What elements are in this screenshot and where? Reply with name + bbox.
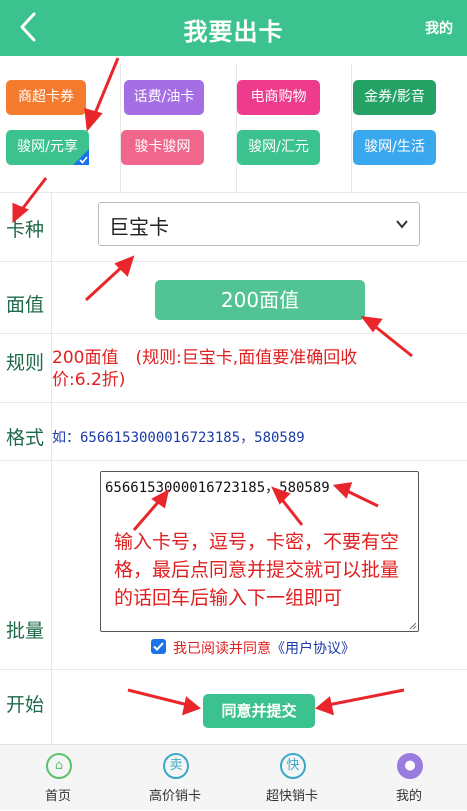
format-example: 如：6566153000016723185，580589 bbox=[52, 430, 305, 446]
user-agreement-link[interactable]: 《用户协议》 bbox=[271, 641, 355, 657]
tab-fast-sell[interactable]: 快 超快销卡 bbox=[234, 745, 350, 811]
user-icon: ● bbox=[397, 753, 423, 779]
tab-high-price-sell[interactable]: 卖 高价销卡 bbox=[117, 745, 233, 811]
start-label: 开始 bbox=[6, 694, 45, 716]
format-label: 格式 bbox=[6, 427, 45, 449]
header-mine-link[interactable]: 我的 bbox=[425, 18, 453, 38]
card-type-label: 卡种 bbox=[6, 219, 45, 241]
bottom-tab-bar: ⌂ 首页 卖 高价销卡 快 超快销卡 ● 我的 bbox=[0, 744, 467, 810]
sell-icon: 卖 bbox=[163, 753, 189, 779]
agree-checkbox[interactable] bbox=[151, 639, 166, 654]
face-value-button[interactable]: 200面值 bbox=[155, 280, 365, 320]
resize-grip-icon[interactable] bbox=[409, 622, 417, 630]
checkmark-icon bbox=[153, 642, 164, 651]
home-icon: ⌂ bbox=[46, 753, 72, 779]
tab-label: 高价销卡 bbox=[148, 789, 201, 804]
batch-label: 批量 bbox=[6, 620, 45, 642]
card-type-value: 巨宝卡 bbox=[109, 215, 169, 239]
agree-text: 我已阅读并同意 bbox=[173, 641, 271, 657]
batch-value: 6566153000016723185，580589 bbox=[105, 480, 330, 496]
tab-home[interactable]: ⌂ 首页 bbox=[0, 745, 116, 811]
tab-label: 我的 bbox=[395, 789, 422, 804]
category-button-shangchao[interactable]: 商超卡券 bbox=[6, 80, 86, 115]
selected-check-icon bbox=[73, 149, 89, 165]
rule-text: 200面值 (规则:巨宝卡,面值要准确回收价:6.2折) bbox=[52, 348, 358, 390]
category-button-dianshang[interactable]: 电商购物 bbox=[237, 80, 320, 115]
batch-textarea[interactable]: 6566153000016723185，580589 输入卡号，逗号，卡密，不要… bbox=[100, 471, 419, 632]
category-button-huafei[interactable]: 话费/油卡 bbox=[124, 80, 204, 115]
agree-submit-button[interactable]: 同意并提交 bbox=[203, 694, 315, 728]
app-header: 我要出卡 我的 bbox=[0, 0, 467, 56]
category-button-junka-junwang[interactable]: 骏卡骏网 bbox=[121, 130, 204, 165]
category-button-jinquan[interactable]: 金券/影音 bbox=[353, 80, 436, 115]
tab-label: 超快销卡 bbox=[265, 789, 318, 804]
tab-mine[interactable]: ● 我的 bbox=[351, 745, 467, 811]
chevron-down-icon bbox=[396, 220, 408, 229]
batch-instruction-annotation: 输入卡号，逗号，卡密，不要有空格，最后点同意并提交就可以批量的话回车后输入下一组… bbox=[114, 531, 400, 609]
category-button-junwang-huiyuan[interactable]: 骏网/汇元 bbox=[237, 130, 320, 165]
category-button-junwang-yuanxiang[interactable]: 骏网/元享 bbox=[6, 130, 89, 165]
card-type-select[interactable]: 巨宝卡 bbox=[98, 202, 420, 246]
category-button-junwang-shenghuo[interactable]: 骏网/生活 bbox=[353, 130, 436, 165]
tab-label: 首页 bbox=[44, 789, 71, 804]
fast-icon: 快 bbox=[280, 753, 306, 779]
face-value-label: 面值 bbox=[6, 294, 45, 316]
category-grid: 商超卡券 话费/油卡 电商购物 金券/影音 骏网/元享 骏卡骏网 骏网/汇元 骏… bbox=[0, 64, 467, 192]
page-title: 我要出卡 bbox=[183, 18, 284, 46]
rule-label: 规则 bbox=[6, 352, 45, 374]
